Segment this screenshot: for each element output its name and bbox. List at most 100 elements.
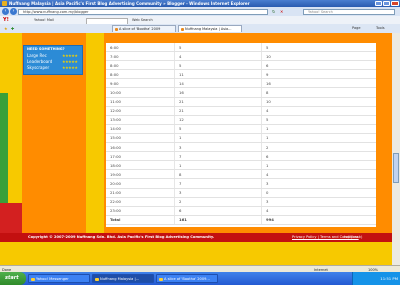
start-button[interactable]: start	[0, 272, 26, 285]
tab-favicon-icon	[114, 27, 118, 31]
table-row: 9:00 14 16	[106, 78, 376, 89]
value-cell: 5	[261, 115, 376, 125]
total-value: 161	[174, 215, 262, 225]
forward-arrow-icon[interactable]: ›	[10, 8, 17, 15]
table-row: 13:00 12 5	[106, 115, 376, 125]
rating-stars: ★★★★★	[62, 65, 78, 70]
ad-format-leaderboard[interactable]: Leaderboard	[27, 59, 52, 64]
security-zone: Internet	[314, 267, 328, 272]
decor-block	[86, 33, 104, 265]
taskbar: start Yahoo! Messenger Nuffnang Malaysia…	[0, 272, 400, 285]
decor-block	[0, 203, 22, 233]
page-menu[interactable]: Page	[352, 26, 360, 30]
close-button[interactable]	[391, 1, 399, 6]
rating-stars: ★★★★★	[62, 59, 78, 64]
maximize-button[interactable]	[383, 1, 390, 6]
clock: 11:51 PM	[380, 276, 398, 281]
ad-format-box: NEED SOMETHING? Large Rec Leaderboard Sk…	[23, 45, 83, 75]
value-cell: 1	[261, 133, 376, 144]
task-nuffnang[interactable]: Nuffnang Malaysia |...	[92, 274, 154, 283]
ie-icon	[95, 277, 99, 281]
ie-icon	[159, 277, 163, 281]
status-text: Done	[2, 267, 12, 272]
task-blog[interactable]: A slice of 'Bootha' 2009...	[156, 274, 218, 283]
count-cell: 5	[174, 60, 262, 71]
page-viewport: NEED SOMETHING? Large Rec Leaderboard Sk…	[0, 33, 400, 265]
value-cell: 9	[261, 69, 376, 80]
count-cell: 6	[174, 206, 262, 216]
hour-cell: 18:00	[106, 160, 175, 171]
hour-cell: 12:00	[106, 106, 175, 116]
yahoo-logo-icon[interactable]: Y!	[3, 17, 9, 23]
hour-cell: 9:00	[106, 78, 175, 89]
messenger-icon	[31, 277, 35, 281]
hour-cell: 8:00	[106, 60, 175, 71]
table-row: 7:00 4 10	[106, 51, 376, 62]
table-row: 21:00 3 0	[106, 188, 376, 198]
tools-menu[interactable]: Tools	[376, 26, 385, 30]
vertical-scrollbar[interactable]	[392, 33, 400, 265]
count-cell: 3	[174, 188, 262, 198]
count-cell: 5	[174, 43, 262, 53]
ad-format-skyscraper[interactable]: Skyscraper	[27, 65, 49, 70]
window-title: Nuffnang Malaysia | Asia Pacific's First…	[9, 1, 250, 6]
count-cell: 8	[174, 169, 262, 180]
search-input[interactable]: Yahoo! Search	[303, 8, 395, 15]
task-yahoo-messenger[interactable]: Yahoo! Messenger	[28, 274, 90, 283]
count-cell: 21	[174, 97, 262, 107]
add-favorite-icon[interactable]: ✚	[11, 26, 14, 31]
value-cell: 10	[261, 51, 376, 62]
count-cell: 2	[174, 197, 262, 207]
address-bar[interactable]: http://www.nuffnang.com.my/blogger	[18, 8, 268, 15]
table-row: 14:00 5 1	[106, 124, 376, 134]
table-row: 18:00 1 1	[106, 160, 376, 171]
value-cell: 10	[261, 97, 376, 107]
zoom-level[interactable]: 100%	[368, 268, 378, 272]
scrollbar-thumb[interactable]	[393, 153, 399, 183]
ad-format-large-rec[interactable]: Large Rec	[27, 53, 47, 58]
hour-cell: 19:00	[106, 169, 175, 180]
decor-ground	[0, 242, 392, 265]
back-arrow-icon[interactable]: ‹	[2, 8, 9, 15]
ad-box-title: NEED SOMETHING?	[27, 47, 65, 51]
value-cell: 5	[261, 43, 376, 53]
yahoo-mail-link[interactable]: Yahoo! Mail	[34, 18, 54, 22]
value-cell: 4	[261, 106, 376, 116]
value-cell: 3	[261, 178, 376, 189]
tab-blog[interactable]: A slice of 'Bootha' 2009	[112, 25, 176, 32]
table-row: 22:00 2 3	[106, 197, 376, 207]
tab-favicon-icon	[180, 27, 184, 31]
count-cell: 4	[174, 51, 262, 62]
table-row: 6:00 5 5	[106, 43, 376, 53]
tab-nuffnang[interactable]: Nuffnang Malaysia | Asia...	[178, 25, 242, 32]
table-row: 15:00 1 1	[106, 133, 376, 144]
total-value: 994	[261, 215, 376, 225]
count-cell: 1	[174, 133, 262, 144]
value-cell: 4	[261, 206, 376, 216]
table-row: 20:00 7 3	[106, 178, 376, 189]
value-cell: 0	[261, 188, 376, 198]
value-cell: 1	[261, 124, 376, 134]
stop-icon[interactable]: ✕	[280, 9, 283, 14]
value-cell: 3	[261, 197, 376, 207]
table-row: 16:00 3 2	[106, 142, 376, 153]
minimize-button[interactable]	[375, 1, 382, 6]
table-row: 19:00 8 4	[106, 169, 376, 180]
count-cell: 7	[174, 151, 262, 162]
back-to-top-link[interactable]: top (back)	[344, 235, 362, 239]
web-search-button[interactable]: Web Search	[132, 18, 153, 22]
hour-cell: 8:00	[106, 69, 175, 80]
count-cell: 1	[174, 160, 262, 171]
system-tray: 11:51 PM	[352, 272, 400, 285]
table-row: 11:00 21 10	[106, 97, 376, 107]
favorites-star-icon[interactable]: ★	[4, 26, 8, 31]
total-row: Total 161 994	[106, 215, 376, 225]
total-label: Total	[106, 215, 175, 225]
hour-cell: 23:00	[106, 206, 175, 216]
count-cell: 11	[174, 69, 262, 80]
refresh-icon[interactable]: ↻	[272, 9, 275, 14]
count-cell: 5	[174, 124, 262, 134]
hour-cell: 7:00	[106, 51, 175, 62]
ie-icon	[2, 1, 7, 6]
table-row: 12:00 21 4	[106, 106, 376, 116]
